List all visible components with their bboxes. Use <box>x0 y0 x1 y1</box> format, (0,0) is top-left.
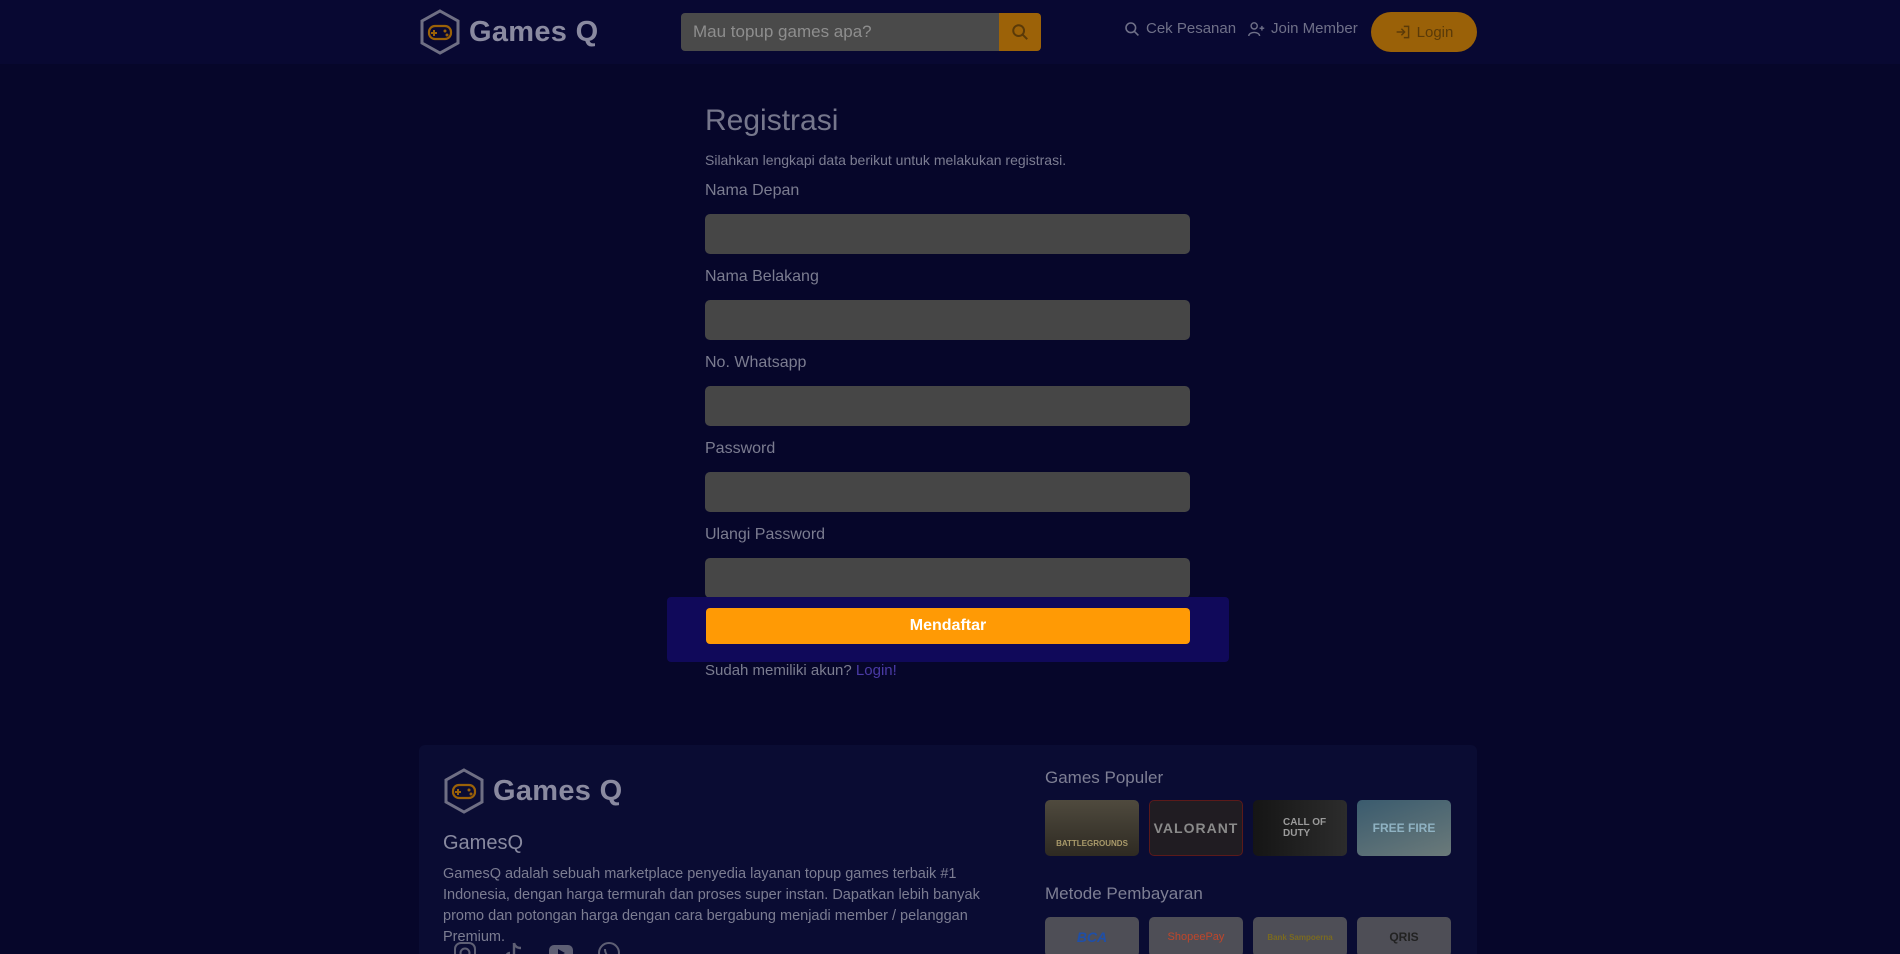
login-button-label: Login <box>1416 23 1454 41</box>
gamepad-logo-icon <box>420 9 460 55</box>
last-name-group: Nama Belakang <box>705 268 1191 340</box>
search-icon <box>1012 24 1028 40</box>
search-icon <box>1125 21 1139 36</box>
confirm-password-label: Ulangi Password <box>705 526 826 543</box>
game-thumb-label: VALORANT <box>1153 820 1239 836</box>
game-thumb-call-of-duty[interactable]: CALL OF DUTY <box>1253 800 1347 856</box>
brand-name: Games Q <box>469 15 599 48</box>
whatsapp-group: No. Whatsapp <box>705 354 1191 426</box>
social-links <box>452 940 622 954</box>
login-icon <box>1396 25 1409 39</box>
registration-form: Registrasi Silahkan lengkapi data beriku… <box>705 104 1191 598</box>
payment-qris: QRIS <box>1357 917 1451 954</box>
top-navbar: Games Q Cek Pesanan Join Member <box>0 0 1900 64</box>
whatsapp-icon[interactable] <box>596 940 622 954</box>
confirm-password-group: Ulangi Password <box>705 526 1191 598</box>
nav-join-member-label: Join Member <box>1271 20 1358 37</box>
gamepad-logo-icon <box>444 768 484 814</box>
page-title: Registrasi <box>705 104 839 137</box>
last-name-label: Nama Belakang <box>705 268 819 285</box>
footer-description: GamesQ adalah sebuah marketplace penyedi… <box>443 866 980 945</box>
footer-logo[interactable]: Games Q <box>443 768 622 814</box>
payment-label: QRIS <box>1389 930 1419 944</box>
payment-bca: BCA <box>1045 917 1139 954</box>
game-thumb-label: BATTLEGROUNDS <box>1056 838 1128 848</box>
search-button[interactable] <box>999 13 1041 51</box>
payment-label: ShopeePay <box>1167 931 1225 943</box>
confirm-password-field[interactable] <box>705 558 1190 598</box>
payment-shopeepay: ShopeePay <box>1149 917 1243 954</box>
game-thumb-label: CALL OF DUTY <box>1283 817 1327 839</box>
payment-label: BCA <box>1076 929 1108 945</box>
instagram-icon[interactable] <box>452 940 478 954</box>
whatsapp-field[interactable] <box>705 386 1190 426</box>
login-prompt: Sudah memiliki akun? Login! <box>705 662 897 679</box>
game-thumb-valorant[interactable]: VALORANT <box>1149 800 1243 856</box>
nav-cek-pesanan[interactable]: Cek Pesanan <box>1124 20 1236 37</box>
register-submit-button[interactable]: Mendaftar <box>706 608 1190 644</box>
form-subtitle: Silahkan lengkapi data berikut untuk mel… <box>705 152 1067 168</box>
search-bar <box>681 13 1041 51</box>
footer-company-name: GamesQ <box>443 832 524 854</box>
popular-games-list: BATTLEGROUNDS VALORANT CALL OF DUTY FREE… <box>1045 800 1451 856</box>
first-name-field[interactable] <box>705 214 1190 254</box>
game-thumb-pubg[interactable]: BATTLEGROUNDS <box>1045 800 1139 856</box>
password-group: Password <box>705 440 1191 512</box>
user-plus-icon <box>1248 21 1265 36</box>
login-link[interactable]: Login! <box>856 662 897 679</box>
nav-join-member[interactable]: Join Member <box>1248 20 1358 37</box>
nav-cek-pesanan-label: Cek Pesanan <box>1146 20 1237 37</box>
game-thumb-free-fire[interactable]: FREE FIRE <box>1357 800 1451 856</box>
password-label: Password <box>705 440 776 457</box>
game-thumb-label: FREE FIRE <box>1372 821 1436 835</box>
youtube-icon[interactable] <box>548 940 574 954</box>
tiktok-icon[interactable] <box>500 940 526 954</box>
first-name-group: Nama Depan <box>705 182 1191 254</box>
payment-label: Bank Sampoerna <box>1267 932 1333 942</box>
last-name-field[interactable] <box>705 300 1190 340</box>
login-button[interactable]: Login <box>1371 12 1477 52</box>
popular-games-heading: Games Populer <box>1045 768 1164 787</box>
payment-methods-list: BCA ShopeePay Bank Sampoerna QRIS <box>1045 917 1451 954</box>
login-prompt-text: Sudah memiliki akun? <box>705 662 852 679</box>
search-input[interactable] <box>681 13 999 51</box>
whatsapp-label: No. Whatsapp <box>705 354 807 371</box>
footer-brand-name: Games Q <box>493 774 623 807</box>
password-field[interactable] <box>705 472 1190 512</box>
payment-bank-sampoerna: Bank Sampoerna <box>1253 917 1347 954</box>
payment-methods-heading: Metode Pembayaran <box>1045 884 1203 903</box>
first-name-label: Nama Depan <box>705 182 800 199</box>
header-logo[interactable]: Games Q <box>419 9 598 55</box>
